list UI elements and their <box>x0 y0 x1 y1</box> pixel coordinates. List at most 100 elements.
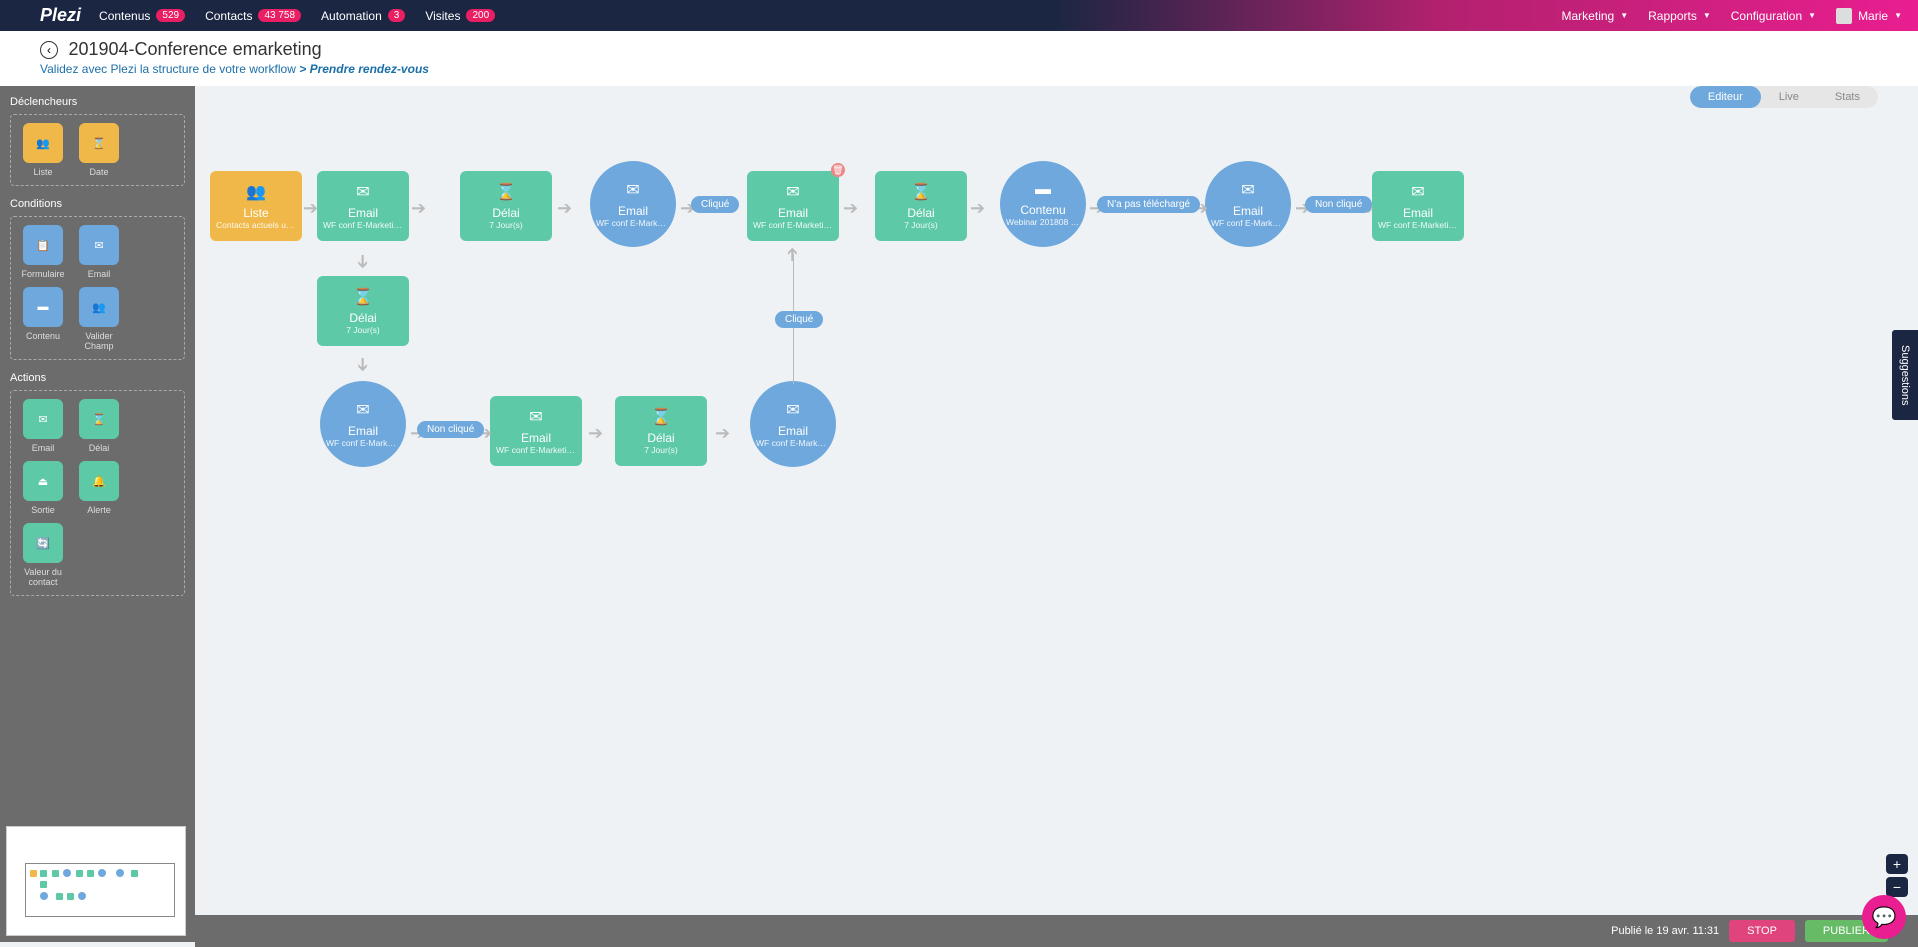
workflow-node-n4[interactable]: ✉EmailWF conf E-Marketing... <box>590 161 676 247</box>
mail-icon: ✉ <box>786 182 799 202</box>
node-title: Délai <box>349 311 376 325</box>
connector-arrow: ➔ <box>588 423 603 444</box>
workflow-node-n1[interactable]: 👥ListeContacts actuels un... <box>210 171 302 241</box>
palette-sortie[interactable]: ⏏Sortie <box>19 461 67 515</box>
workflow-node-n10[interactable]: ⌛ Délai7 Jour(s) <box>317 276 409 346</box>
nav-contenus-badge: 529 <box>156 9 185 22</box>
condition-pill: Cliqué <box>775 311 823 328</box>
workflow-node-n6[interactable]: ⌛Délai7 Jour(s) <box>875 171 967 241</box>
palette-formulaire[interactable]: 📋 Formulaire <box>19 225 67 279</box>
nav-left: Contenus 529 Contacts43 758 Automation3 V… <box>99 9 495 23</box>
subtitle-link[interactable]: > Prendre rendez-vous <box>299 62 429 76</box>
nav-automation-badge: 3 <box>388 9 406 22</box>
book-icon: ▬ <box>1035 181 1051 199</box>
mail-check-icon: ✉ <box>626 180 639 200</box>
minimap-node <box>76 870 83 877</box>
condition-pill: Cliqué <box>691 196 739 213</box>
hourglass-icon: ⌛ <box>79 399 119 439</box>
hourglass-icon: ⌛ <box>353 287 373 307</box>
stop-button[interactable]: STOP <box>1729 920 1795 942</box>
palette-delai[interactable]: ⌛Délai <box>75 399 123 453</box>
nav-contenus[interactable]: Contenus 529 <box>99 9 185 23</box>
bottom-bar: Publié le 19 avr. 11:31 STOP PUBLIER <box>195 915 1918 947</box>
workflow-node-n5[interactable]: ✉EmailWF conf E-Marketing... <box>747 171 839 241</box>
node-title: Contenu <box>1020 203 1065 217</box>
workflow-node-n9[interactable]: ✉EmailWF conf E-Marketing... <box>1372 171 1464 241</box>
top-navbar: Plezi Contenus529 Contacts43 758 Automat… <box>0 0 1918 31</box>
connector-arrow: ➔ <box>715 423 730 444</box>
palette-valeur-label: Valeur du contact <box>19 567 67 587</box>
chat-button[interactable]: 💬 <box>1862 895 1906 939</box>
node-subtitle: WF conf E-Marketing... <box>1205 218 1291 228</box>
connector-arrow: ➔ <box>782 247 803 262</box>
palette-email-label: Email <box>19 443 67 453</box>
user-check-icon: 👥 <box>79 287 119 327</box>
node-title: Email <box>778 206 808 220</box>
connector-arrow: ➔ <box>352 254 373 269</box>
page-header: ‹ 201904-Conference emarketing Validez a… <box>0 31 1918 86</box>
palette-valider-champ[interactable]: 👥Valider Champ <box>75 287 123 351</box>
page-title: 201904-Conference emarketing <box>68 39 321 59</box>
workflow-node-n2[interactable]: ✉EmailWF conf E-Marketing... <box>317 171 409 241</box>
hourglass-icon: ⌛ <box>79 123 119 163</box>
workflow-node-n3[interactable]: ⌛Délai7 Jour(s) <box>460 171 552 241</box>
workflow-canvas[interactable]: 👥ListeContacts actuels un...✉EmailWF con… <box>195 86 1918 942</box>
minimap-node <box>30 870 37 877</box>
palette-date[interactable]: ⌛Date <box>75 123 123 177</box>
connector-arrow: ➔ <box>843 198 858 219</box>
connector-arrow: ➔ <box>557 198 572 219</box>
nav-rapports[interactable]: Rapports▼ <box>1648 9 1711 23</box>
node-title: Email <box>521 431 551 445</box>
mail-icon: ✉ <box>23 399 63 439</box>
workflow-node-n7[interactable]: ▬ContenuWebinar 201808 : In... <box>1000 161 1086 247</box>
minimap[interactable] <box>6 826 186 936</box>
node-title: Email <box>778 424 808 438</box>
nav-marketing-label: Marketing <box>1562 9 1615 23</box>
workflow-node-n13[interactable]: ⌛Délai7 Jour(s) <box>615 396 707 466</box>
workflow-node-n8[interactable]: ✉ EmailWF conf E-Marketing... <box>1205 161 1291 247</box>
palette-formulaire-label: Formulaire <box>19 269 67 279</box>
nav-contacts-badge: 43 758 <box>258 9 301 22</box>
palette-contenu[interactable]: ▬Contenu <box>19 287 67 351</box>
nav-contenus-label: Contenus <box>99 9 150 23</box>
palette-liste[interactable]: 👥Liste <box>19 123 67 177</box>
mail-icon: ✉ <box>1411 182 1424 202</box>
section-box-conditions: 📋 Formulaire ✉Email ▬Contenu 👥Valider Cha… <box>10 216 185 360</box>
minimap-node <box>40 892 48 900</box>
node-subtitle: 7 Jour(s) <box>340 325 386 335</box>
node-title: Délai <box>907 206 934 220</box>
mail-check-icon: ✉ <box>1241 180 1254 200</box>
palette-email[interactable]: ✉ Email <box>19 399 67 453</box>
workflow-node-n12[interactable]: ✉EmailWF conf E-Marketing... <box>490 396 582 466</box>
nav-visites[interactable]: Visites200 <box>425 9 495 23</box>
workflow-node-n14[interactable]: ✉EmailWF conf E-Marketing... <box>750 381 836 467</box>
suggestions-tab[interactable]: Suggestions <box>1892 330 1918 420</box>
back-button[interactable]: ‹ <box>40 41 58 59</box>
nav-configuration[interactable]: Configuration▼ <box>1731 9 1816 23</box>
node-title: Email <box>348 424 378 438</box>
nav-automation[interactable]: Automation3 <box>321 9 405 23</box>
nav-rapports-label: Rapports <box>1648 9 1697 23</box>
mail-check-icon: ✉ <box>79 225 119 265</box>
nav-marketing[interactable]: Marketing▼ <box>1562 9 1629 23</box>
users-icon: 👥 <box>23 123 63 163</box>
palette-email-cond[interactable]: ✉Email <box>75 225 123 279</box>
zoom-out-button[interactable]: − <box>1886 877 1908 897</box>
subtitle-text: Validez avec Plezi la structure de votre… <box>40 62 296 76</box>
node-subtitle: Contacts actuels un... <box>210 220 302 230</box>
palette-valeur[interactable]: 🔄 Valeur du contact <box>19 523 67 587</box>
minimap-node <box>87 870 94 877</box>
palette-alerte[interactable]: 🔔Alerte <box>75 461 123 515</box>
workflow-node-n11[interactable]: ✉EmailWF conf E-Marketing... <box>320 381 406 467</box>
delete-node-button[interactable]: 🗑 <box>831 163 845 177</box>
zoom-in-button[interactable]: + <box>1886 854 1908 874</box>
minimap-node <box>116 869 124 877</box>
node-title: Email <box>1403 206 1433 220</box>
nav-contacts[interactable]: Contacts43 758 <box>205 9 301 23</box>
refresh-icon: 🔄 <box>23 523 63 563</box>
node-title: Email <box>1233 204 1263 218</box>
caret-icon: ▼ <box>1894 11 1902 20</box>
clipboard-icon: 📋 <box>23 225 63 265</box>
minimap-node <box>52 870 59 877</box>
nav-user[interactable]: Marie▼ <box>1836 8 1902 24</box>
